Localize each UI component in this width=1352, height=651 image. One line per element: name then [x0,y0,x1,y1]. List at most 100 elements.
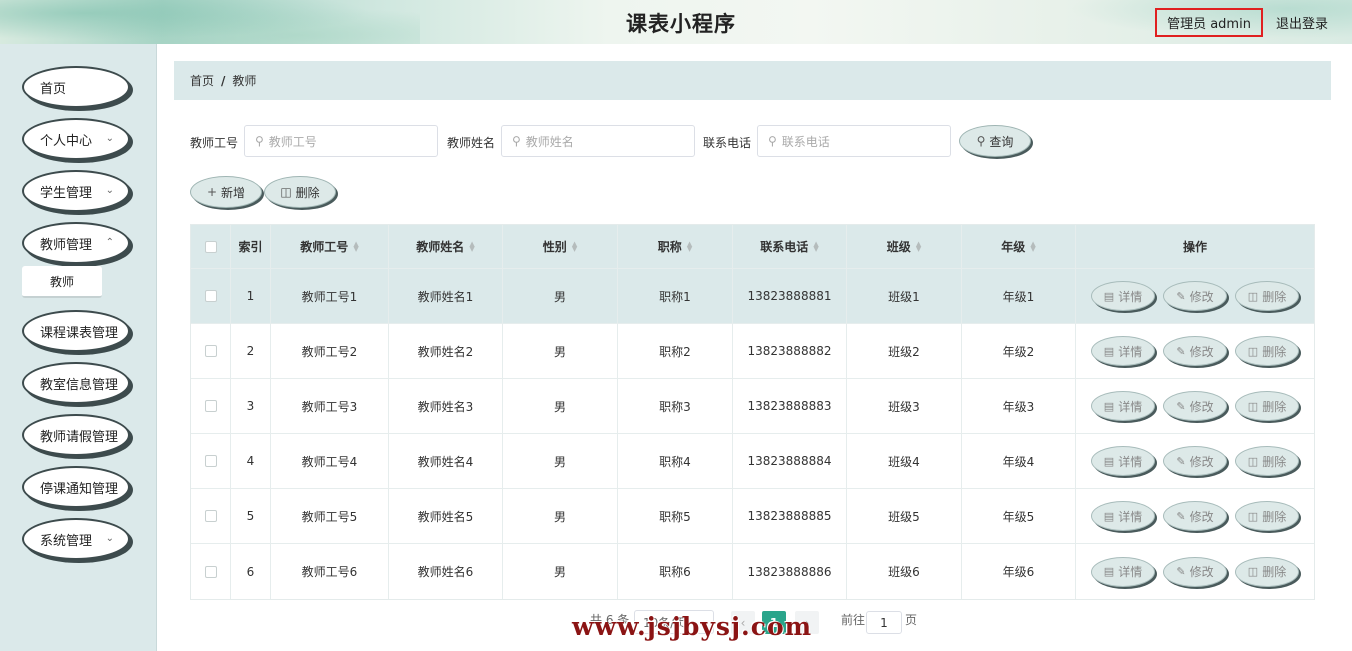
sidebar-item-personal-center[interactable]: 个人中心 ⌄ [22,118,130,160]
class-cell: 班级3 [847,379,962,433]
table-row[interactable]: 2 教师工号2 教师姓名2 男职称2 13823888882 班级2 年级2 ▤ 详情 ✎ 修改 ◫ 删… [191,324,1314,379]
edit-button[interactable]: ✎ 修改 [1163,446,1227,476]
column-header[interactable]: 联系电话 ▲ ▼ [733,225,847,268]
row-checkbox[interactable] [204,345,217,357]
select-cell [191,324,231,378]
query-button[interactable]: ⚲ 查询 [959,125,1031,157]
sidebar-item-class-suspension[interactable]: 停课通知管理 [22,466,130,508]
column-header[interactable]: 性别 ▲ ▼ [503,225,618,268]
select-cell [191,269,231,323]
chevron-down-icon: ⌄ [105,185,114,196]
document-icon: ▤ [1103,454,1115,468]
sort-icon[interactable]: ▲ ▼ [353,240,358,252]
document-icon: ▤ [1103,509,1115,523]
teacher-name-label: 教师姓名 [447,136,496,150]
breadcrumb-home[interactable]: 首页 [190,72,214,89]
delete-button[interactable]: ◫ 删除 [1235,446,1299,476]
select-all-cell [191,225,231,268]
add-button[interactable]: + 新增 [190,176,262,208]
sidebar-item-teacher-leave[interactable]: 教师请假管理 [22,414,130,456]
edit-button[interactable]: ✎ 修改 [1163,501,1227,531]
column-header-label: 职称 [657,240,682,254]
delete-button[interactable]: ◫ 删除 [1235,501,1299,531]
detail-button[interactable]: ▤ 详情 [1091,391,1155,421]
detail-button[interactable]: ▤ 详情 [1091,281,1155,311]
select-all-checkbox[interactable] [204,240,217,253]
sidebar-item-system-management[interactable]: 系统管理 ⌄ [22,518,130,560]
detail-button-label: 详情 [1118,399,1143,414]
column-header[interactable]: 班级 ▲ ▼ [847,225,962,268]
table-row[interactable]: 3 教师工号3 教师姓名3 男职称3 13823888883 班级3 年级3 ▤ 详情 ✎ 修改 ◫ 删… [191,379,1314,434]
row-checkbox[interactable] [204,290,217,302]
teacher-table: 索引 教师工号 ▲ ▼ 教师姓名 ▲ ▼ 性别 ▲ ▼ 职称 ▲ ▼ 联系电话 ▲ ▼ 班级 ▲ ▼ 年… [190,224,1315,600]
teacher-name-input[interactable]: ⚲ 教师姓名 [501,125,695,157]
table-row[interactable]: 6 教师工号6 教师姓名6 男职称6 13823888886 班级6 年级6 ▤ 详情 ✎ 修改 ◫ 删… [191,544,1314,599]
class-cell: 班级2 [847,324,962,378]
goto-prefix: 前往 [841,613,866,627]
edit-button-label: 修改 [1189,565,1214,579]
edit-button[interactable]: ✎ 修改 [1163,336,1227,366]
sidebar-item-course-schedule[interactable]: 课程课表管理 [22,310,130,352]
edit-button[interactable]: ✎ 修改 [1163,391,1227,421]
delete-button[interactable]: ◫ 删除 [1235,336,1299,366]
sidebar-item-teacher-management[interactable]: 教师管理 ⌃ [22,222,130,264]
delete-button[interactable]: ◫ 删除 [1235,391,1299,421]
grade-cell: 年级1 [962,269,1076,323]
delete-button-label: 删除 [1262,289,1287,304]
row-actions: ▤ 详情 ✎ 修改 ◫ 删除 [1091,281,1299,311]
detail-button[interactable]: ▤ 详情 [1091,336,1155,366]
sidebar-item-student-management[interactable]: 学生管理 ⌄ [22,170,130,212]
sidebar-item-home[interactable]: 首页 [22,66,130,108]
gender-cell: 男 [503,324,618,378]
app-title: 课表小程序 [626,12,736,36]
sort-icon[interactable]: ▲ ▼ [572,240,577,252]
delete-button[interactable]: ◫ 删除 [1235,281,1299,311]
edit-button[interactable]: ✎ 修改 [1163,556,1227,587]
sidebar-subitem-teacher[interactable]: 教师 [22,266,102,298]
title-cell: 职称5 [618,489,733,543]
index-cell: 2 [231,324,271,378]
sidebar-item-classroom-info[interactable]: 教室信息管理 [22,362,130,404]
teacher-id-cell: 教师工号4 [271,434,389,488]
row-checkbox[interactable] [204,455,217,467]
current-user-label: 管理员 admin [1155,8,1263,37]
sort-icon[interactable]: ▲ ▼ [916,240,921,252]
class-cell: 班级5 [847,489,962,543]
sidebar-item-label: 教师请假管理 [40,429,119,445]
sidebar-item-label: 教师管理 [40,237,93,253]
phone-input[interactable]: ⚲ 联系电话 [757,125,951,157]
column-header[interactable]: 职称 ▲ ▼ [618,225,733,268]
detail-button-label: 详情 [1118,509,1143,524]
top-header: 课表小程序 管理员 admin 退出登录 [0,0,1352,44]
input-placeholder: 联系电话 [781,134,830,149]
row-checkbox[interactable] [204,400,217,412]
watermark: www.jsjbysj.com [572,612,813,641]
sort-icon[interactable]: ▲ ▼ [813,240,818,252]
goto-page-input[interactable]: 1 [866,611,902,634]
sort-icon[interactable]: ▲ ▼ [1030,240,1035,252]
edit-button[interactable]: ✎ 修改 [1163,281,1227,311]
table-row[interactable]: 1 教师工号1 教师姓名1 男职称1 13823888881 班级1 年级1 ▤ 详情 ✎ 修改 ◫ 删… [191,269,1314,324]
sort-icon[interactable]: ▲ ▼ [687,240,692,252]
row-checkbox[interactable] [204,565,217,578]
column-header[interactable]: 教师姓名 ▲ ▼ [389,225,503,268]
detail-button[interactable]: ▤ 详情 [1091,556,1155,587]
teacher-name-cell: 教师姓名5 [389,489,503,543]
teacher-id-label: 教师工号 [190,136,239,150]
table-row[interactable]: 4 教师工号4 教师姓名4 男职称4 13823888884 班级4 年级4 ▤ 详情 ✎ 修改 ◫ 删… [191,434,1314,489]
trash-icon: ◫ [1247,344,1259,358]
detail-button[interactable]: ▤ 详情 [1091,501,1155,531]
logout-link[interactable]: 退出登录 [1276,13,1328,32]
row-actions: ▤ 详情 ✎ 修改 ◫ 删除 [1091,336,1299,366]
sort-icon[interactable]: ▲ ▼ [469,240,474,252]
bulk-delete-button[interactable]: ◫ 删除 [264,176,336,208]
sidebar: 首页 个人中心 ⌄ 学生管理 ⌄ 教师管理 ⌃ 教师 课程课表管理 教室信息管理… [0,44,157,651]
column-header[interactable]: 年级 ▲ ▼ [962,225,1076,268]
row-checkbox[interactable] [204,510,217,522]
detail-button[interactable]: ▤ 详情 [1091,446,1155,476]
column-header[interactable]: 教师工号 ▲ ▼ [271,225,389,268]
table-row[interactable]: 5 教师工号5 教师姓名5 男职称5 13823888885 班级5 年级5 ▤ 详情 ✎ 修改 ◫ 删… [191,489,1314,544]
delete-button[interactable]: ◫ 删除 [1235,556,1299,587]
teacher-id-input[interactable]: ⚲ 教师工号 [244,125,438,157]
table-body: 1 教师工号1 教师姓名1 男职称1 13823888881 班级1 年级1 ▤ 详情 ✎ 修改 ◫ 删… [191,269,1314,599]
